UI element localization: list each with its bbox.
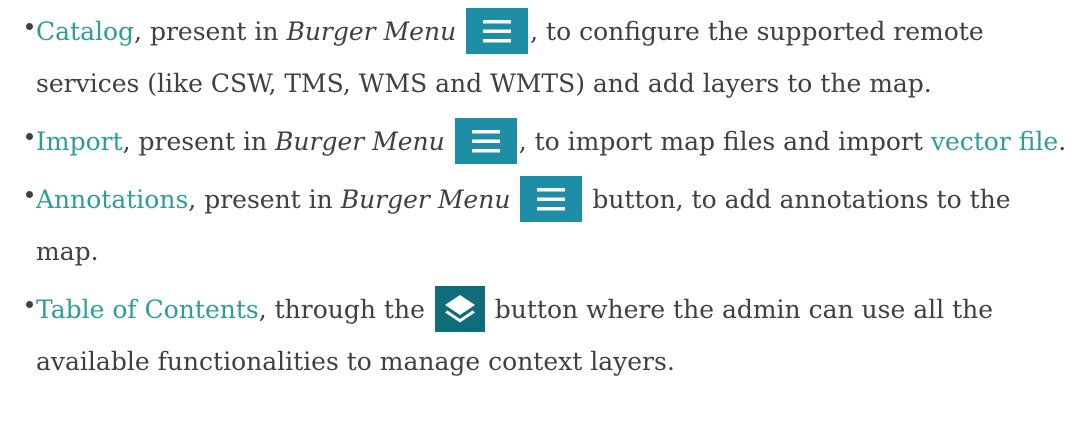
annotations-link[interactable]: Annotations: [36, 185, 188, 214]
item-text: .: [1058, 127, 1067, 156]
burger-menu-button[interactable]: [454, 117, 517, 164]
bullet: [26, 191, 33, 198]
burger-menu-icon: [471, 129, 500, 152]
list-item-import: Import, present in Burger Menu , to impo…: [0, 116, 1085, 168]
layers-icon: [444, 294, 475, 322]
import-link[interactable]: Import: [36, 127, 123, 156]
catalog-link[interactable]: Catalog: [36, 17, 134, 46]
item-text: , through the: [258, 295, 433, 324]
burger-menu-label: Burger Menu: [340, 185, 511, 214]
vector-file-link[interactable]: vector file: [931, 127, 1058, 156]
burger-menu-icon: [483, 19, 512, 42]
item-text: , present in: [134, 17, 287, 46]
bullet: [26, 133, 33, 140]
list-item-table-of-contents: Table of Contents, through the button wh…: [0, 284, 1085, 388]
burger-menu-icon: [537, 187, 566, 210]
burger-menu-button[interactable]: [520, 175, 583, 222]
layers-button[interactable]: [434, 285, 485, 332]
table-of-contents-link[interactable]: Table of Contents: [36, 295, 259, 324]
item-text: , present in: [188, 185, 341, 214]
burger-menu-label: Burger Menu: [286, 17, 457, 46]
bullet: [26, 23, 33, 30]
list-item-catalog: Catalog, present in Burger Menu , to con…: [0, 6, 1085, 110]
item-text: , to import map files and import: [518, 127, 931, 156]
feature-list: Catalog, present in Burger Menu , to con…: [0, 0, 1085, 394]
list-item-annotations: Annotations, present in Burger Menu butt…: [0, 174, 1085, 278]
item-text: , present in: [122, 127, 276, 156]
bullet: [26, 301, 33, 308]
burger-menu-button[interactable]: [466, 7, 529, 54]
burger-menu-label: Burger Menu: [275, 127, 445, 156]
